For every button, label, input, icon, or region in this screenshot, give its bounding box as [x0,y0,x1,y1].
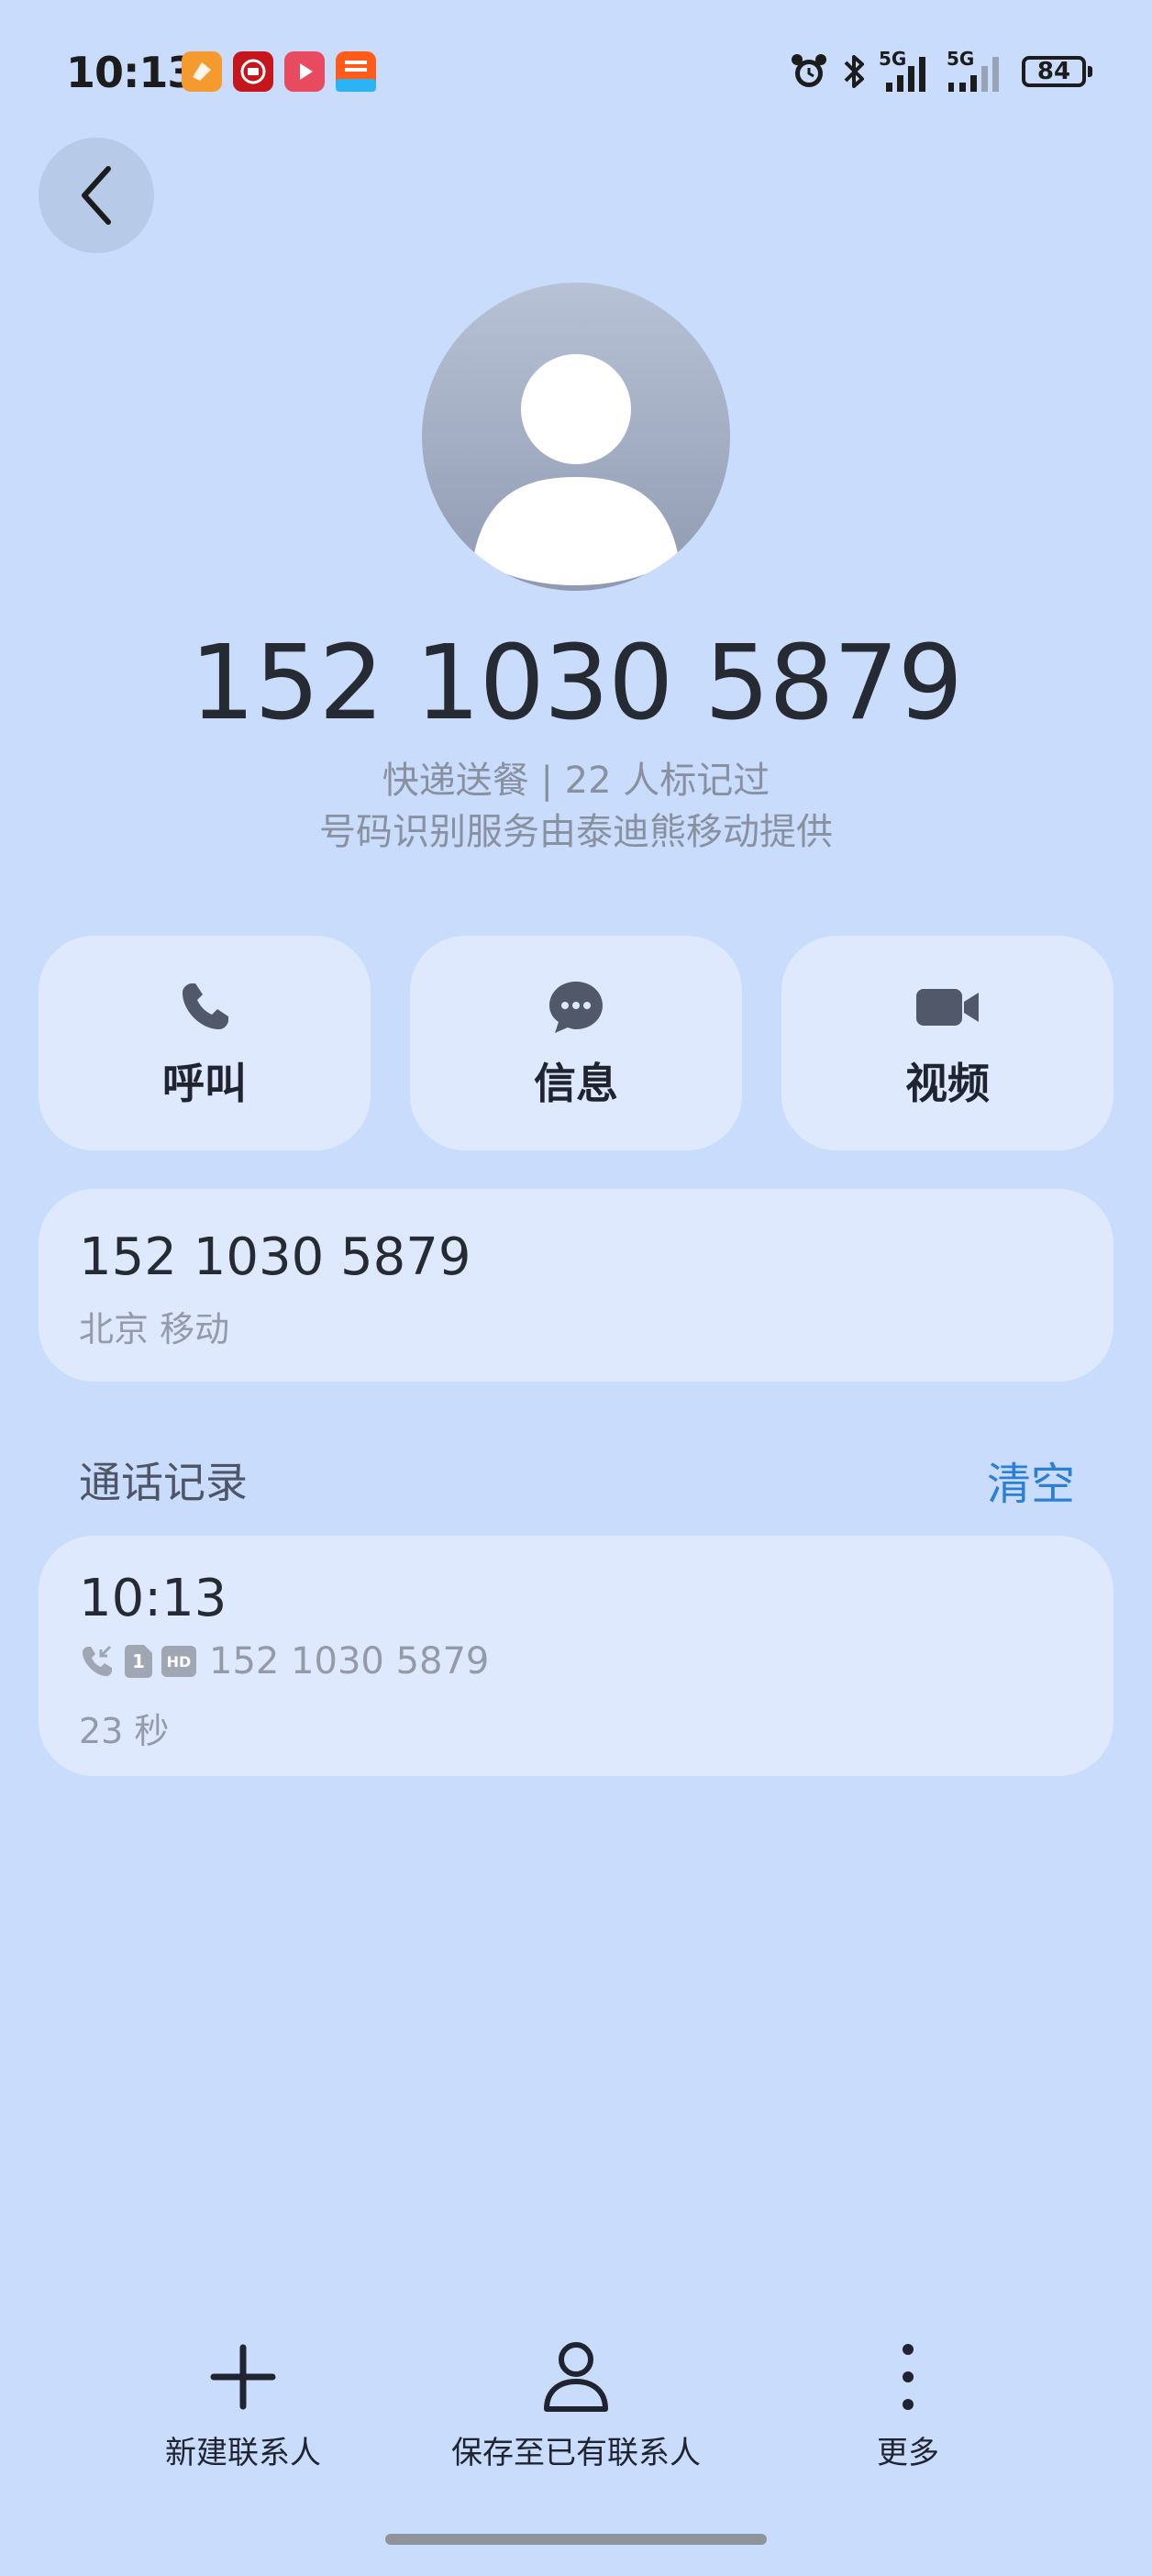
incoming-call-icon [83,1645,112,1676]
more-button[interactable]: 更多 [835,2337,981,2472]
contact-avatar [422,283,730,591]
call-record-time: 10:13 [79,1569,227,1628]
plus-icon [210,2344,276,2410]
phone-icon [183,983,228,1029]
bluetooth-icon [844,55,864,88]
message-button-label: 信息 [534,1059,618,1108]
call-record-meta: 1 HD 152 1030 5879 [79,1638,489,1684]
back-button[interactable] [39,138,154,253]
message-button[interactable]: 信息 [410,936,742,1150]
call-button[interactable]: 呼叫 [39,936,371,1150]
hd-call-badge: HD [161,1646,196,1677]
number-tag-line: 快递送餐 | 22 人标记过 [382,760,770,802]
video-call-button-label: 视频 [905,1059,990,1108]
call-button-label: 呼叫 [162,1059,247,1108]
chevron-left-icon [82,166,111,225]
alarm-icon [792,54,826,87]
status-time: 10:13 [66,48,196,97]
signal-bars-icon [886,57,925,92]
call-record-item[interactable]: 10:13 1 HD 152 1030 5879 23 秒 [39,1536,1113,1776]
more-vertical-icon [903,2344,914,2410]
new-contact-button[interactable]: 新建联系人 [138,2337,349,2472]
save-to-existing-contact-button[interactable]: 保存至已有联系人 [429,2337,723,2472]
signal-bars-weak-icon [948,57,999,92]
status-bar: 10:13 5G 5G 84 [0,0,1152,138]
clear-records-button[interactable]: 清空 [987,1448,1075,1512]
save-to-existing-contact-label: 保存至已有联系人 [451,2435,701,2471]
number-detail-card[interactable]: 152 1030 5879 北京 移动 [39,1189,1113,1382]
message-icon [549,982,603,1033]
red-app-icon [233,51,273,92]
identification-provider-line: 号码识别服务由泰迪熊移动提供 [319,811,833,853]
more-label: 更多 [877,2435,939,2471]
battery-indicator: 84 [1022,56,1092,87]
signal-5g-secondary: 5G [947,48,1011,94]
status-indicators: 5G 5G 84 [789,48,1092,95]
signal-5g-primary: 5G [879,48,936,94]
taobao-flash-app-icon [336,51,376,92]
call-record-number: 152 1030 5879 [209,1640,490,1682]
call-records-title: 通话记录 [79,1458,248,1507]
number-location: 北京 移动 [79,1309,230,1349]
contact-phone-number: 152 1030 5879 [189,624,963,743]
call-record-duration: 23 秒 [79,1711,170,1751]
video-app-icon [284,51,325,92]
orange-app-icon [182,51,222,92]
video-icon [916,989,979,1026]
person-placeholder-icon [473,354,679,585]
number-detail-value: 152 1030 5879 [79,1227,471,1287]
new-contact-label: 新建联系人 [165,2435,321,2471]
video-call-button[interactable]: 视频 [781,936,1113,1150]
person-icon [544,2342,608,2412]
sim-card-badge: 1 [125,1645,152,1678]
home-indicator[interactable] [385,2534,767,2545]
